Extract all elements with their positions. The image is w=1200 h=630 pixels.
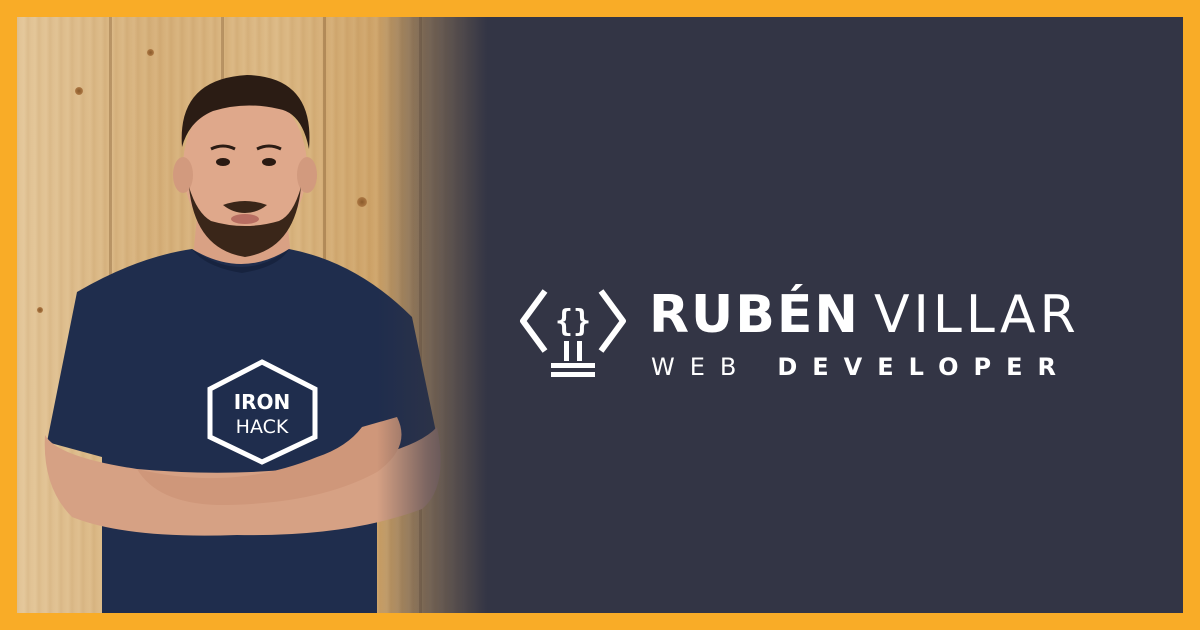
svg-text:{}: {} — [555, 304, 591, 339]
tagline: WEB DEVELOPER — [651, 353, 1071, 381]
profile-photo: IRON HACK — [17, 17, 487, 613]
tagline-developer: DEVELOPER — [777, 353, 1071, 381]
brand-logo: {} RUBÉN VILLAR WEB DEVELOPER — [517, 279, 1167, 389]
last-name: VILLAR — [873, 285, 1080, 345]
code-bulb-icon: {} — [520, 289, 626, 377]
shirt-logo-line1: IRON — [234, 390, 291, 414]
tagline-web: WEB — [651, 353, 752, 381]
banner-frame: IRON HACK {} RUBÉN VILLAR WEB DEVELOPER — [17, 17, 1183, 613]
developer-name: RUBÉN VILLAR — [649, 285, 1080, 345]
first-name: RUBÉN — [649, 285, 860, 345]
photo-fade — [377, 17, 487, 613]
shirt-logo-line2: HACK — [236, 416, 289, 438]
